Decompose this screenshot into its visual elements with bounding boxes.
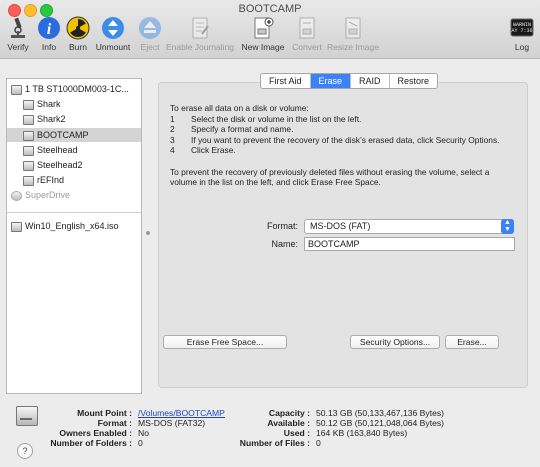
capacity-label: Capacity : [268, 408, 310, 418]
erase-free-space-button[interactable]: Erase Free Space... [163, 335, 287, 349]
erase-instructions: To erase all data on a disk or volume: 1… [170, 103, 515, 188]
instruction-step: 2 Specify a format and name. [170, 124, 515, 135]
sidebar-item-label: Steelhead2 [37, 160, 83, 170]
free-space-note: To prevent the recovery of previously de… [170, 166, 490, 188]
instruction-step: 1 Select the disk or volume in the list o… [170, 114, 515, 125]
sidebar-item-label: Shark [37, 99, 61, 110]
burn-button[interactable]: Burn [65, 16, 91, 52]
step-number: 3 [170, 134, 175, 145]
help-button[interactable]: ? [17, 443, 33, 459]
security-options-button[interactable]: Security Options... [350, 335, 440, 349]
svg-text:i: i [47, 21, 52, 38]
owners-enabled-label: Owners Enabled : [59, 428, 132, 438]
new-image-icon [254, 17, 274, 39]
tab-first-aid[interactable]: First Aid [261, 74, 311, 88]
name-field[interactable]: BOOTCAMP [304, 237, 515, 251]
info-icon: i [38, 17, 60, 39]
disk-icon [23, 115, 34, 126]
sidebar-image-label: Win10_English_x64.iso [25, 221, 119, 231]
log-button[interactable]: WARNIN AY 7:36 Log [508, 16, 536, 52]
name-label: Name: [271, 239, 298, 249]
sidebar-item-label: 1 TB ST1000DM003-1C... [25, 84, 129, 94]
number-of-files-value: 0 [316, 438, 321, 448]
capacity-value: 50.13 GB (50,133,467,136 Bytes) [316, 408, 445, 418]
tab-erase[interactable]: Erase [310, 74, 352, 88]
disk-icon [23, 161, 34, 171]
format-select-value: MS-DOS (FAT) [310, 221, 371, 231]
step-text: Select the disk or volume in the list on… [191, 113, 362, 124]
optical-drive-icon [11, 191, 22, 202]
erase-intro: To erase all data on a disk or volume: [170, 103, 309, 113]
sidebar-item-label: rEFInd [37, 175, 65, 186]
owners-enabled-value: No [138, 428, 149, 438]
log-icon: WARNIN AY 7:36 [510, 18, 534, 37]
disk-icon [23, 145, 34, 156]
number-of-files-label: Number of Files : [239, 438, 310, 448]
used-value: 164 KB (163,840 Bytes) [316, 428, 408, 438]
disk-icon [23, 100, 34, 111]
available-label: Available : [267, 418, 310, 428]
disk-list[interactable]: 1 TB ST1000DM003-1C... Shark Shark2 BOOTCAM… [6, 78, 142, 394]
sidebar-item[interactable]: Steelhead [7, 143, 141, 157]
unmount-icon [102, 17, 124, 39]
split-view-handle[interactable] [146, 231, 150, 235]
window-title: BOOTCAMP [238, 3, 302, 15]
new-image-button[interactable]: New Image [240, 16, 286, 52]
info-button[interactable]: i Info [36, 16, 62, 52]
eject-icon [139, 17, 161, 39]
step-number: 2 [170, 124, 175, 134]
format-info-label: Format : [97, 418, 132, 428]
used-label: Used : [283, 428, 310, 438]
journal-icon [192, 17, 209, 39]
step-text: Specify a format and name. [191, 124, 294, 134]
number-of-folders-value: 0 [138, 438, 143, 448]
erase-button[interactable]: Erase... [445, 335, 499, 349]
mount-point-label: Mount Point : [77, 408, 132, 418]
sidebar-item[interactable]: rEFInd [7, 173, 141, 187]
resize-image-button[interactable]: Resize Image [326, 16, 380, 52]
sidebar-image-item[interactable]: Win10_English_x64.iso [7, 219, 141, 233]
sidebar-item-label: Steelhead [37, 144, 78, 155]
sidebar-divider [7, 212, 141, 213]
sidebar-item-label: SuperDrive [25, 190, 71, 201]
step-number: 4 [170, 145, 175, 155]
instruction-step: 4 Click Erase. [170, 145, 515, 156]
sidebar-item[interactable]: Steelhead2 [7, 158, 141, 172]
sidebar-item[interactable]: 1 TB ST1000DM003-1C... [7, 82, 141, 96]
sidebar-item[interactable]: BOOTCAMP [7, 127, 141, 142]
tab-bar: First Aid Erase RAID Restore [260, 73, 439, 89]
disk-icon [11, 85, 22, 95]
unmount-button[interactable]: Unmount [95, 16, 131, 52]
microscope-icon [11, 17, 25, 38]
disk-icon [23, 176, 34, 187]
sidebar-item[interactable]: Shark2 [7, 112, 141, 126]
disk-image-icon [11, 222, 22, 232]
instruction-step: 3 If you want to prevent the recovery of … [170, 135, 515, 146]
available-value: 50.12 GB (50,121,048,064 Bytes) [316, 418, 445, 428]
convert-icon [299, 17, 315, 39]
verify-button[interactable]: Verify [5, 16, 31, 52]
sidebar-item[interactable]: Shark [7, 97, 141, 111]
sidebar-item-label: Shark2 [37, 114, 66, 125]
sidebar-item[interactable]: SuperDrive [7, 188, 141, 202]
enable-journaling-button[interactable]: Enable Journaling [165, 16, 235, 52]
format-label: Format: [266, 221, 298, 231]
chevron-up-down-icon: ▲ ▼ [501, 219, 514, 234]
eject-button[interactable]: Eject [137, 16, 163, 52]
radiation-icon [66, 16, 90, 40]
tab-restore[interactable]: Restore [390, 74, 438, 88]
window-toolbar: BOOTCAMP Verify i Info Burn Unmount Ejec… [0, 0, 540, 59]
resize-image-icon [345, 17, 361, 39]
svg-text:AY 7:36: AY 7:36 [511, 28, 532, 34]
format-select[interactable]: MS-DOS (FAT) ▲ ▼ [304, 219, 514, 234]
step-text: Click Erase. [191, 145, 236, 155]
tab-raid[interactable]: RAID [351, 74, 390, 88]
step-text: If you want to prevent the recovery of t… [191, 134, 500, 145]
convert-button[interactable]: Convert [290, 16, 324, 52]
step-number: 1 [170, 113, 175, 124]
sidebar-item-label: BOOTCAMP [37, 129, 89, 140]
disk-icon [23, 130, 34, 141]
